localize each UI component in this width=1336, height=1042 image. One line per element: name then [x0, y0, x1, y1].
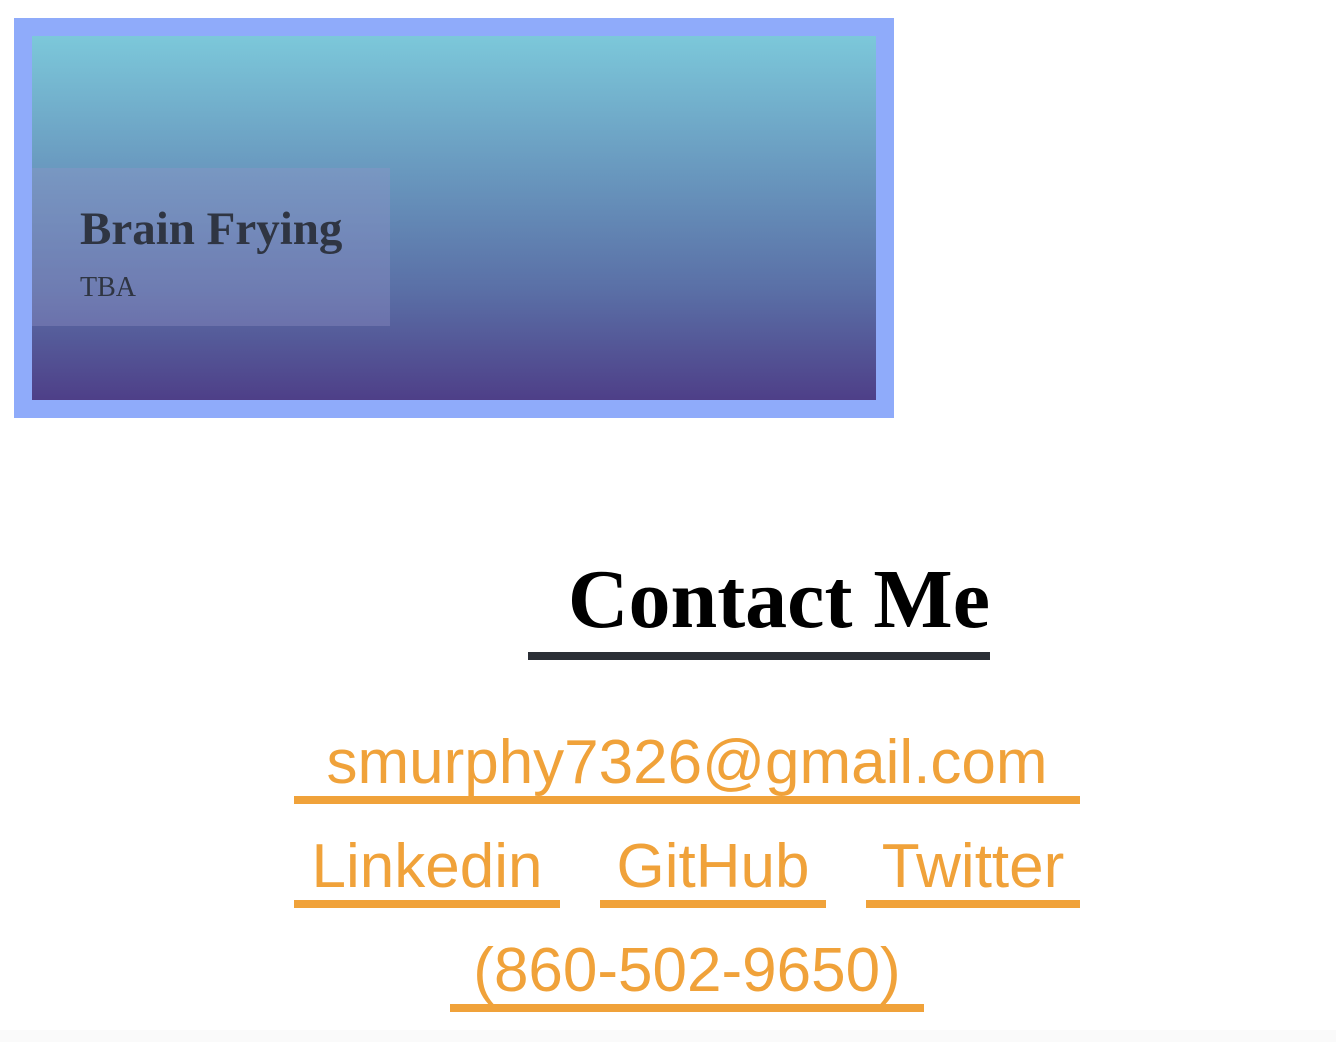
- footer-strip: [0, 1030, 1336, 1042]
- contact-heading: Contact Me: [528, 548, 990, 660]
- twitter-link[interactable]: Twitter: [866, 828, 1080, 908]
- phone-link[interactable]: (860-502-9650): [450, 932, 924, 1012]
- project-image: Brain Frying TBA: [32, 36, 876, 400]
- project-subtitle: TBA: [80, 272, 136, 303]
- project-caption: Brain Frying TBA: [32, 168, 390, 326]
- project-title: Brain Frying: [80, 203, 343, 255]
- page: Brain Frying TBA Contact Me smurphy7326@…: [0, 0, 1336, 1042]
- github-link[interactable]: GitHub: [600, 828, 826, 908]
- contact-heading-wrap: Contact Me: [528, 548, 990, 660]
- email-link[interactable]: smurphy7326@gmail.com: [294, 724, 1080, 804]
- project-card[interactable]: Brain Frying TBA: [14, 18, 894, 418]
- linkedin-link[interactable]: Linkedin: [294, 828, 560, 908]
